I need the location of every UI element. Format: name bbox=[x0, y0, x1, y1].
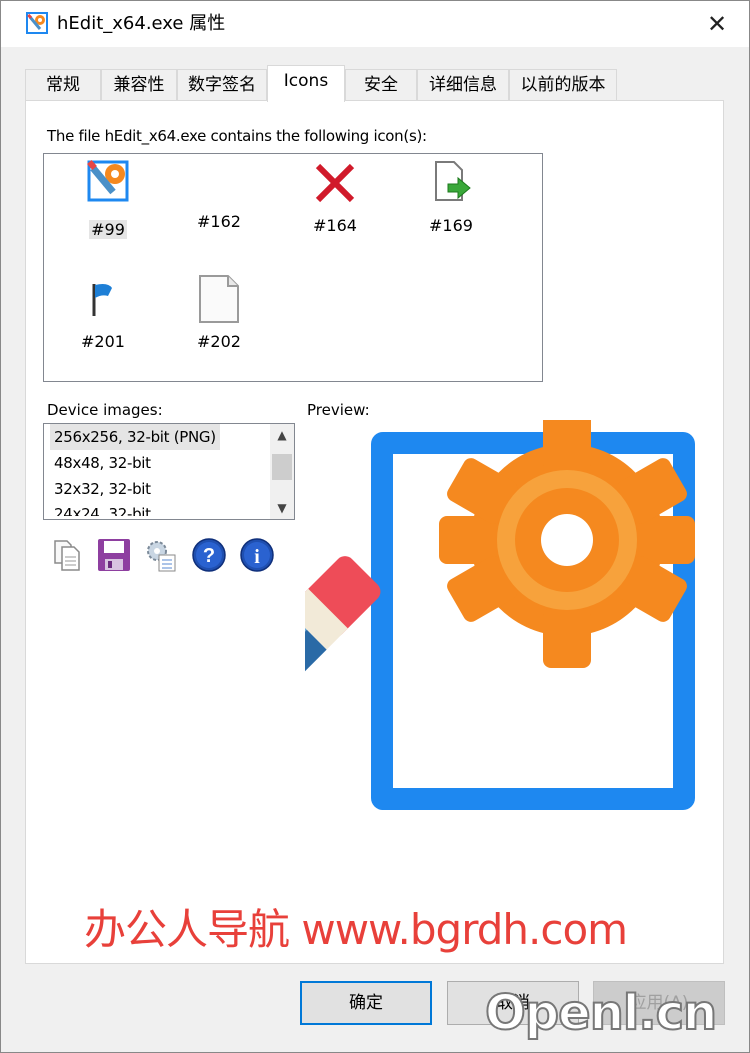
tab-previous-versions[interactable]: 以前的版本 bbox=[509, 69, 617, 101]
icon-label: #162 bbox=[197, 212, 241, 231]
svg-text:i: i bbox=[254, 546, 260, 568]
icons-description: The file hEdit_x64.exe contains the foll… bbox=[47, 127, 427, 145]
icon-label: #202 bbox=[197, 332, 241, 351]
close-button[interactable]: ✕ bbox=[685, 1, 749, 47]
icon-item-202[interactable]: #202 bbox=[179, 274, 259, 351]
blank-icon bbox=[194, 158, 244, 208]
device-image-item[interactable]: 48x48, 32-bit bbox=[44, 450, 294, 476]
icon-item-201[interactable]: #201 bbox=[63, 274, 143, 351]
tab-icons[interactable]: Icons bbox=[267, 65, 345, 102]
blue-flag-icon bbox=[92, 284, 112, 316]
tab-digital-signatures[interactable]: 数字签名 bbox=[177, 69, 267, 101]
title-bar: hEdit_x64.exe 属性 ✕ bbox=[1, 1, 749, 47]
watermark-openl: Openl.cn bbox=[484, 984, 718, 1042]
icon-item-169[interactable]: #169 bbox=[411, 158, 491, 235]
app-icon bbox=[26, 12, 48, 34]
settings-icon[interactable] bbox=[143, 537, 179, 573]
tab-general[interactable]: 常规 bbox=[25, 69, 101, 101]
device-image-item[interactable]: 24x24, 32-bit bbox=[44, 502, 294, 516]
icon-label: #169 bbox=[429, 216, 473, 235]
icon-item-164[interactable]: #164 bbox=[295, 158, 375, 235]
watermark-text: 办公人导航 www.bgrdh.com bbox=[84, 905, 628, 954]
blank-document-icon bbox=[199, 275, 239, 323]
tab-compatibility[interactable]: 兼容性 bbox=[101, 69, 177, 101]
save-icon[interactable] bbox=[96, 537, 132, 573]
red-x-icon bbox=[315, 163, 355, 203]
window-title: hEdit_x64.exe 属性 bbox=[57, 13, 226, 34]
device-image-item[interactable]: 32x32, 32-bit bbox=[44, 476, 294, 502]
icon-item-99[interactable]: #99 bbox=[68, 158, 148, 239]
copy-icon[interactable] bbox=[49, 537, 85, 573]
tab-security[interactable]: 安全 bbox=[345, 69, 417, 101]
preview-label: Preview: bbox=[307, 401, 370, 419]
device-images-list[interactable]: 256x256, 32-bit (PNG) 48x48, 32-bit 32x3… bbox=[43, 423, 295, 520]
icon-label: #201 bbox=[81, 332, 125, 351]
help-icon[interactable]: ? bbox=[191, 537, 227, 573]
scrollbar-thumb[interactable] bbox=[272, 454, 292, 480]
device-images-label: Device images: bbox=[47, 401, 163, 419]
chevron-up-icon[interactable]: ▲ bbox=[270, 424, 294, 446]
device-list-scrollbar[interactable]: ▲ ▼ bbox=[270, 424, 294, 519]
device-image-item[interactable]: 256x256, 32-bit (PNG) bbox=[50, 424, 220, 450]
svg-text:?: ? bbox=[203, 545, 215, 567]
info-icon[interactable]: i bbox=[239, 537, 275, 573]
icon-item-162[interactable]: #162 bbox=[179, 158, 259, 231]
tab-details[interactable]: 详细信息 bbox=[417, 69, 509, 101]
pencil-gear-icon bbox=[87, 160, 129, 202]
icon-label: #99 bbox=[89, 220, 127, 239]
ok-button[interactable]: 确定 bbox=[300, 981, 432, 1025]
chevron-down-icon[interactable]: ▼ bbox=[270, 497, 294, 519]
document-arrow-icon bbox=[435, 161, 471, 201]
close-icon: ✕ bbox=[706, 10, 728, 38]
tab-strip: 常规 兼容性 数字签名 Icons 安全 详细信息 以前的版本 bbox=[25, 65, 725, 102]
icon-preview-image bbox=[305, 420, 695, 820]
icon-label: #164 bbox=[313, 216, 357, 235]
icon-list[interactable]: #99 #162 #164 #169 #201 #202 bbox=[43, 153, 543, 382]
